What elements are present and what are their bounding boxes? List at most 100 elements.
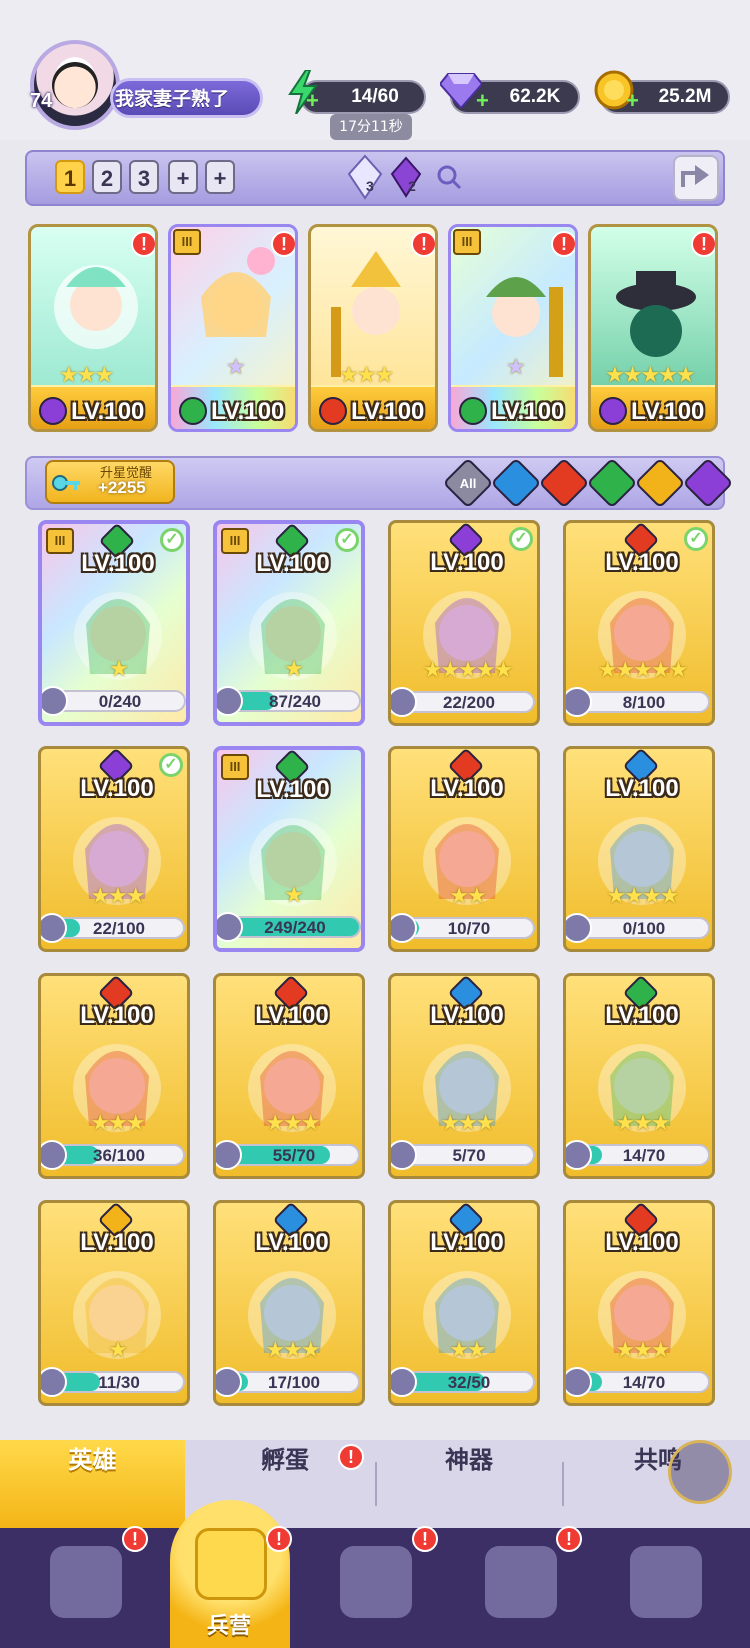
team-slot-1[interactable]: 1 (55, 160, 85, 194)
team-hero-card-2[interactable]: III ★ LV.100 ! (168, 224, 298, 432)
shard-icon (391, 687, 417, 717)
hero-card[interactable]: LV.100 ★★ 10/70 (388, 746, 540, 952)
guild-icon (630, 1546, 702, 1618)
shop-icon (485, 1546, 557, 1618)
energy-timer: 17分11秒 (330, 114, 412, 140)
tab-heroes[interactable]: 英雄 (0, 1440, 185, 1528)
shard-icon (216, 1140, 242, 1170)
team-hero-level: LV.100 (631, 398, 705, 425)
hero-stars: ★★ (449, 884, 486, 909)
hero-level: LV.100 (80, 775, 154, 802)
team-slot-add-1[interactable]: + (168, 160, 198, 194)
hero-card[interactable]: LV.100 ★★★ 14/70 (563, 973, 715, 1179)
avatar-face-icon (52, 62, 98, 108)
shard-icon (566, 687, 592, 717)
team-hero-card-3[interactable]: ★★★ LV.100 ! (308, 224, 438, 432)
hero-card[interactable]: LV.100 ★ 249/240 III (213, 746, 365, 952)
tier-badge-icon: III (221, 528, 249, 554)
player-name: 我家妻子熟了 (115, 88, 230, 110)
tier-badge-icon: III (453, 229, 481, 255)
team-hero-card-5[interactable]: ★★★★★ LV.100 ! (588, 224, 718, 432)
tier-badge-icon: III (221, 754, 249, 780)
hero-level: LV.100 (605, 549, 679, 576)
hero-shard-progress: 5/70 (399, 1144, 535, 1166)
hero-level: LV.100 (430, 1229, 504, 1256)
share-icon (681, 165, 709, 187)
team-slot-3[interactable]: 3 (129, 160, 159, 194)
hero-card[interactable]: LV.100 ★★★★ 0/100 (563, 746, 715, 952)
hero-shard-progress: 36/100 (49, 1144, 185, 1166)
shard-icon (42, 686, 68, 716)
hero-shard-progress: 55/70 (224, 1144, 360, 1166)
hero-card[interactable]: LV.100 ★★★ 14/70 (563, 1200, 715, 1406)
hero-stars: ★★★★★ (422, 658, 514, 683)
hero-card[interactable]: LV.100 ★★★ 36/100 (38, 973, 190, 1179)
checkmark-icon: ✓ (335, 528, 359, 552)
search-icon[interactable] (436, 164, 462, 190)
awaken-value: +2255 (98, 478, 146, 497)
hero-level: LV.100 (430, 1002, 504, 1029)
hero-card[interactable]: LV.100 ★★★ 17/100 (213, 1200, 365, 1406)
crystal-purple-icon[interactable] (388, 156, 424, 198)
tab-artifacts[interactable]: 神器 (378, 1440, 560, 1528)
hero-stars: ★★★ (265, 1111, 320, 1136)
hero-shard-count: 11/30 (98, 1373, 140, 1392)
team-hero-level: LV.100 (351, 398, 425, 425)
shard-icon (566, 913, 592, 943)
hero-level: LV.100 (81, 550, 155, 577)
hero-level: LV.100 (255, 1002, 329, 1029)
hero-shard-count: 8/100 (622, 693, 666, 712)
hero-shard-count: 5/70 (452, 1146, 486, 1165)
hero-shard-progress: 10/70 (399, 917, 535, 939)
team-hero-card-1[interactable]: ★★★ LV.100 ! (28, 224, 158, 432)
dark-element-icon (39, 397, 67, 425)
shard-icon (391, 1367, 417, 1397)
shard-icon (41, 1140, 67, 1170)
hero-stars: ★ (284, 657, 304, 682)
fire-element-icon (319, 397, 347, 425)
checkmark-icon: ✓ (160, 528, 184, 552)
map-icon (340, 1546, 412, 1618)
hero-shard-progress: 22/200 (399, 691, 535, 713)
hero-card[interactable]: LV.100 ★★★★★ 8/100 ✓ (563, 520, 715, 726)
nav-barracks[interactable]: 兵营 (175, 1510, 285, 1639)
team-hero-card-4[interactable]: III ★ LV.100 ! (448, 224, 578, 432)
crystal-white-icon[interactable] (345, 154, 385, 200)
hero-level: LV.100 (430, 549, 504, 576)
hero-card[interactable]: LV.100 ★★★ 55/70 (213, 973, 365, 1179)
tab-separator (562, 1462, 564, 1506)
hero-shard-progress: 32/50 (399, 1371, 535, 1393)
hero-stars: ★★ (449, 1338, 486, 1363)
team-hero-level: LV.100 (211, 398, 285, 425)
hero-card[interactable]: LV.100 ★ 0/240 ✓ III (38, 520, 190, 726)
share-button[interactable] (673, 155, 719, 201)
hero-shard-count: 36/100 (93, 1146, 145, 1165)
hero-card[interactable]: LV.100 ★★★ 5/70 (388, 973, 540, 1179)
tier-badge-icon: III (173, 229, 201, 255)
sparkle-icon[interactable] (668, 1440, 732, 1504)
energy-plus-icon[interactable]: + (306, 90, 324, 112)
hero-card[interactable]: LV.100 ★★★★★ 22/200 ✓ (388, 520, 540, 726)
hero-card[interactable]: LV.100 ★★ 32/50 (388, 1200, 540, 1406)
hero-card[interactable]: LV.100 ★ 87/240 ✓ III (213, 520, 365, 726)
hero-shard-count: 87/240 (269, 692, 321, 711)
hero-shard-progress: 14/70 (574, 1371, 710, 1393)
hero-shard-progress: 0/100 (574, 917, 710, 939)
hero-stars: ★★★ (440, 1111, 495, 1136)
team-slot-2[interactable]: 2 (92, 160, 122, 194)
hero-shard-progress: 11/30 (49, 1371, 185, 1393)
tier-badge-icon: III (46, 528, 74, 554)
dark-element-icon (599, 397, 627, 425)
hero-shard-progress: 14/70 (574, 1144, 710, 1166)
filter-all-label: All (459, 476, 477, 491)
hero-stars: ★★★★★ (597, 658, 689, 683)
nav-guild[interactable] (610, 1528, 720, 1638)
hero-shard-count: 55/70 (272, 1146, 316, 1165)
team-slot-add-2[interactable]: + (205, 160, 235, 194)
hero-card[interactable]: LV.100 ★ 11/30 (38, 1200, 190, 1406)
avatar[interactable] (30, 40, 120, 130)
hero-card[interactable]: LV.100 ★★★ 22/100 ✓ (38, 746, 190, 952)
hero-level: LV.100 (605, 1002, 679, 1029)
tab-hatch-alert-badge: ! (338, 1444, 364, 1470)
hero-level: LV.100 (255, 1229, 329, 1256)
